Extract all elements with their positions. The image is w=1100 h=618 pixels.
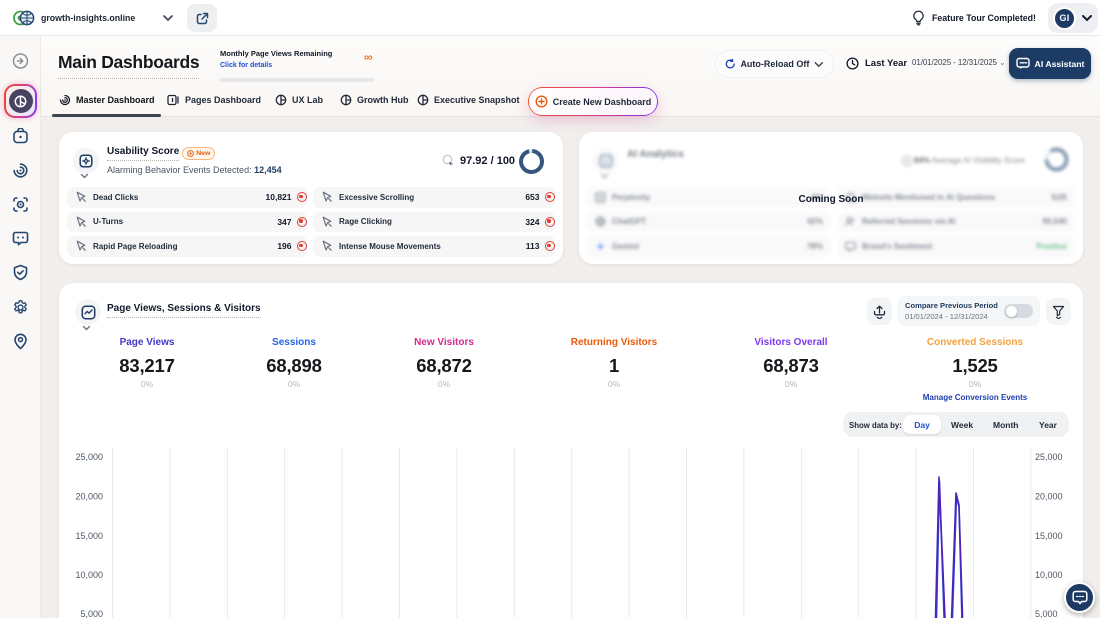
svg-text:20,000: 20,000 [75, 492, 103, 502]
svg-text:10,000: 10,000 [1035, 570, 1063, 580]
svg-text:10,000: 10,000 [75, 570, 103, 580]
svg-text:25,000: 25,000 [75, 452, 103, 462]
svg-text:20,000: 20,000 [1035, 492, 1063, 502]
svg-text:5,000: 5,000 [80, 609, 103, 618]
svg-text:15,000: 15,000 [1035, 531, 1063, 541]
svg-text:5,000: 5,000 [1035, 609, 1058, 618]
svg-text:15,000: 15,000 [75, 531, 103, 541]
svg-text:25,000: 25,000 [1035, 452, 1063, 462]
